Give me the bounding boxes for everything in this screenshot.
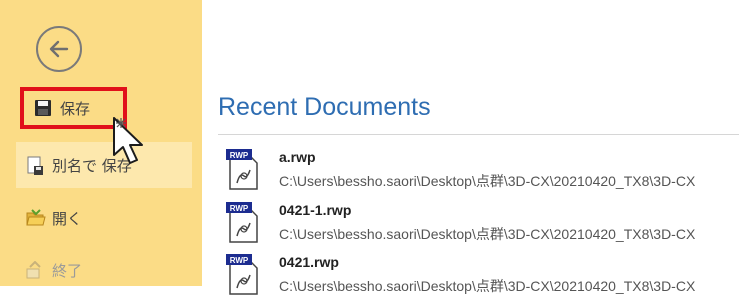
recent-document-item[interactable]: RWP 0421-1.rwp C:\Users\bessho.saori\Des… bbox=[218, 199, 739, 247]
document-name: 0421.rwp bbox=[279, 254, 339, 270]
floppy-disk-icon bbox=[34, 99, 52, 117]
arrow-left-icon bbox=[49, 40, 69, 58]
main-content: Recent Documents RWP a.rwp C:\Users\bess… bbox=[202, 0, 739, 295]
recent-document-item[interactable]: RWP 0421.rwp C:\Users\bessho.saori\Deskt… bbox=[218, 251, 739, 299]
svg-text:RWP: RWP bbox=[230, 151, 249, 160]
rwp-file-icon: RWP bbox=[226, 254, 258, 295]
exit-icon bbox=[26, 260, 44, 279]
exit-menu-item[interactable]: 終了 bbox=[16, 252, 192, 288]
folder-open-icon bbox=[26, 209, 46, 227]
open-label: 開く bbox=[52, 209, 83, 228]
title-divider bbox=[218, 134, 739, 135]
document-name: 0421-1.rwp bbox=[279, 202, 352, 218]
document-path: C:\Users\bessho.saori\Desktop\点群\3D-CX\2… bbox=[279, 173, 696, 189]
back-button[interactable] bbox=[36, 26, 82, 72]
mouse-cursor-icon bbox=[113, 117, 143, 164]
svg-text:RWP: RWP bbox=[230, 256, 249, 265]
rwp-file-icon: RWP bbox=[226, 149, 258, 190]
save-label: 保存 bbox=[60, 99, 91, 118]
document-path: C:\Users\bessho.saori\Desktop\点群\3D-CX\2… bbox=[279, 226, 696, 242]
recent-documents-title: Recent Documents bbox=[218, 93, 431, 121]
recent-document-item[interactable]: RWP a.rwp C:\Users\bessho.saori\Desktop\… bbox=[218, 146, 739, 194]
backstage-sidebar: 保存 別名で 保存 開く 終了 bbox=[0, 0, 202, 286]
save-as-menu-item[interactable]: 別名で 保存 bbox=[16, 142, 192, 188]
save-as-icon bbox=[26, 156, 44, 175]
document-path: C:\Users\bessho.saori\Desktop\点群\3D-CX\2… bbox=[279, 278, 696, 294]
document-name: a.rwp bbox=[279, 149, 316, 165]
save-menu-item[interactable]: 保存 bbox=[20, 87, 127, 129]
open-menu-item[interactable]: 開く bbox=[16, 200, 192, 236]
rwp-file-icon: RWP bbox=[226, 202, 258, 243]
svg-text:RWP: RWP bbox=[230, 204, 249, 213]
exit-label: 終了 bbox=[52, 261, 83, 280]
